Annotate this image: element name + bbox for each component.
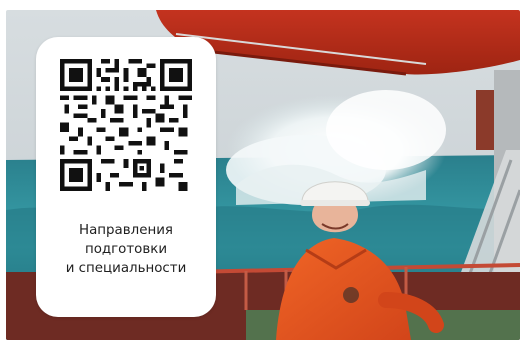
caption-line-3: и специальности xyxy=(65,261,187,276)
promo-image: Направления подготовки и специальности xyxy=(0,0,522,342)
qr-code-icon[interactable] xyxy=(60,59,192,191)
card-caption: Направления подготовки и специальности xyxy=(42,221,210,278)
qr-card[interactable]: Направления подготовки и специальности xyxy=(36,37,216,317)
caption-line-1: Направления xyxy=(79,223,173,238)
caption-line-2: подготовки xyxy=(84,242,168,257)
